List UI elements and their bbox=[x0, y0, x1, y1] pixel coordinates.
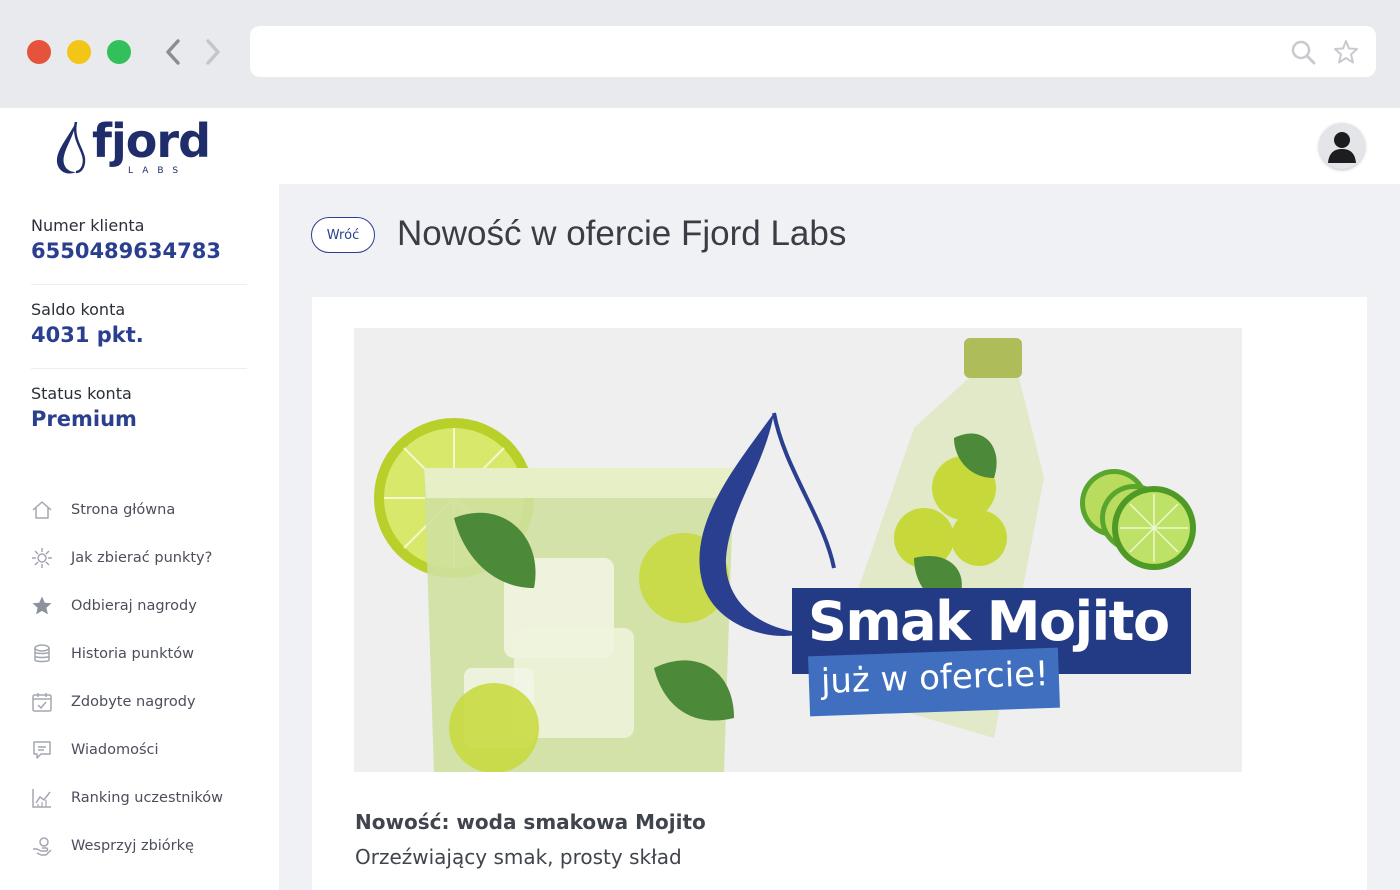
main-content: Wróć Nowość w ofercie Fjord Labs Smak Mo… bbox=[279, 184, 1400, 890]
sidebar-item-label: Historia punktów bbox=[71, 646, 194, 662]
article-subtitle: Orzeźwiający smak, prosty skład bbox=[355, 845, 682, 869]
sidebar-menu: Strona główna Jak zbierać punkty? Odbier… bbox=[30, 486, 270, 870]
message-icon bbox=[30, 738, 54, 762]
avatar[interactable] bbox=[1319, 123, 1365, 169]
sidebar-item-how-to-collect[interactable]: Jak zbierać punkty? bbox=[30, 534, 270, 582]
logo-wordmark: fjord bbox=[92, 114, 211, 168]
sparkle-icon bbox=[30, 546, 54, 570]
promo-banner-image: Smak Mojito już w ofercie! bbox=[354, 328, 1242, 772]
sidebar-item-label: Zdobyte nagrody bbox=[71, 694, 196, 710]
sidebar-item-label: Jak zbierać punkty? bbox=[71, 550, 213, 566]
status-value: Premium bbox=[31, 407, 137, 431]
window-maximize-dot[interactable] bbox=[107, 40, 131, 64]
client-number-value: 6550489634783 bbox=[31, 239, 221, 263]
home-icon bbox=[30, 498, 54, 522]
sidebar-item-rewards[interactable]: Odbieraj nagrody bbox=[30, 582, 270, 630]
status-block: Status konta Premium bbox=[31, 384, 247, 431]
sidebar-item-points-history[interactable]: Historia punktów bbox=[30, 630, 270, 678]
article-title: Nowość: woda smakowa Mojito bbox=[355, 810, 706, 834]
star-icon bbox=[30, 594, 54, 618]
coins-icon bbox=[30, 642, 54, 666]
sidebar-item-donate[interactable]: Wesprzyj zbiórkę bbox=[30, 822, 270, 870]
client-number-label: Numer klienta bbox=[31, 216, 145, 235]
site-header: fjord LABS bbox=[0, 108, 1400, 184]
sidebar-item-label: Wiadomości bbox=[71, 742, 159, 758]
sidebar-item-home[interactable]: Strona główna bbox=[30, 486, 270, 534]
window-minimize-dot[interactable] bbox=[67, 40, 91, 64]
calendar-check-icon bbox=[30, 690, 54, 714]
banner-subline: już w ofercie! bbox=[820, 654, 1050, 702]
fjord-labs-logo[interactable]: fjord LABS bbox=[54, 114, 224, 180]
banner-headline: Smak Mojito bbox=[808, 590, 1170, 653]
sidebar-item-label: Odbieraj nagrody bbox=[71, 598, 197, 614]
client-number-block: Numer klienta 6550489634783 bbox=[31, 216, 247, 263]
status-label: Status konta bbox=[31, 384, 132, 403]
chevron-left-icon[interactable] bbox=[161, 36, 185, 68]
donate-icon bbox=[30, 834, 54, 858]
address-bar[interactable] bbox=[250, 26, 1376, 77]
sidebar-item-ranking[interactable]: Ranking uczestników bbox=[30, 774, 270, 822]
sidebar-item-earned-rewards[interactable]: Zdobyte nagrody bbox=[30, 678, 270, 726]
sidebar-item-messages[interactable]: Wiadomości bbox=[30, 726, 270, 774]
sidebar-item-label: Strona główna bbox=[71, 502, 176, 518]
chart-icon bbox=[30, 786, 54, 810]
page-title: Nowość w ofercie Fjord Labs bbox=[397, 214, 847, 253]
sidebar-item-label: Wesprzyj zbiórkę bbox=[71, 838, 194, 854]
search-icon[interactable] bbox=[1290, 39, 1316, 65]
sidebar: Numer klienta 6550489634783 Saldo konta … bbox=[0, 184, 279, 890]
sidebar-item-label: Ranking uczestników bbox=[71, 790, 224, 806]
balance-value: 4031 pkt. bbox=[31, 323, 144, 347]
star-icon[interactable] bbox=[1332, 38, 1360, 66]
window-close-dot[interactable] bbox=[27, 40, 51, 64]
banner-subline-box: już w ofercie! bbox=[808, 647, 1060, 717]
balance-block: Saldo konta 4031 pkt. bbox=[31, 300, 247, 347]
water-drop-icon bbox=[54, 120, 90, 176]
browser-chrome bbox=[0, 0, 1400, 108]
chevron-right-icon[interactable] bbox=[201, 36, 225, 68]
balance-label: Saldo konta bbox=[31, 300, 126, 319]
divider bbox=[31, 368, 247, 369]
back-button[interactable]: Wróć bbox=[311, 217, 375, 253]
article-card: Smak Mojito już w ofercie! Nowość: woda … bbox=[312, 297, 1367, 890]
logo-subtext: LABS bbox=[128, 166, 188, 176]
divider bbox=[31, 284, 247, 285]
